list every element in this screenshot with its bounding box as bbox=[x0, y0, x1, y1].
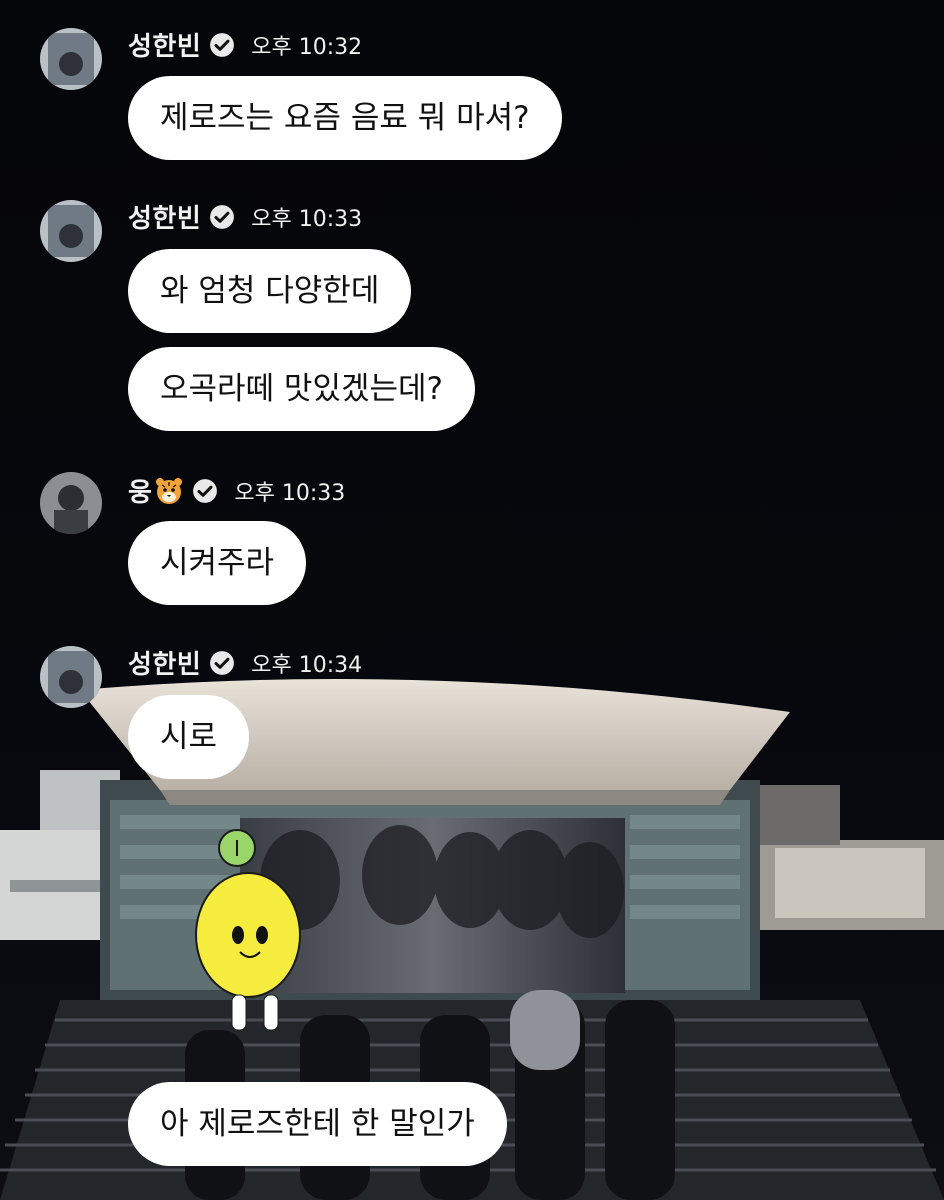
message-bubble[interactable]: 시켜주라 bbox=[128, 521, 307, 605]
avatar[interactable] bbox=[40, 646, 102, 708]
message-header: 성한빈 오후 10:32 bbox=[128, 26, 362, 63]
tiger-face-icon bbox=[156, 477, 183, 504]
avatar[interactable] bbox=[40, 28, 102, 90]
message-bubble[interactable]: 오곡라떼 맛있겠는데? bbox=[128, 347, 475, 431]
message-bubble[interactable]: 와 엄청 다양한데 bbox=[128, 249, 412, 333]
message-header: 성한빈 오후 10:33 bbox=[128, 198, 362, 235]
verified-badge-icon bbox=[193, 478, 218, 503]
avatar[interactable] bbox=[40, 200, 102, 262]
timestamp: 오후 10:32 bbox=[251, 34, 363, 60]
timestamp: 오후 10:34 bbox=[251, 652, 363, 678]
concert-venue-illustration bbox=[0, 0, 944, 1200]
verified-badge-icon bbox=[210, 650, 235, 675]
message-bubble[interactable]: 아 제로즈한테 한 말인가 bbox=[128, 1082, 507, 1166]
message-header: 웅 오후 10:33 bbox=[128, 472, 345, 509]
verified-badge-icon bbox=[210, 204, 235, 229]
timestamp: 오후 10:33 bbox=[234, 480, 346, 506]
verified-badge-icon bbox=[210, 32, 235, 57]
author-name[interactable]: 성한빈 bbox=[128, 26, 201, 63]
background-photo bbox=[0, 0, 944, 1200]
author-name[interactable]: 성한빈 bbox=[128, 644, 201, 681]
message-header: 성한빈 오후 10:34 bbox=[128, 644, 362, 681]
author-name[interactable]: 성한빈 bbox=[128, 198, 201, 235]
message-bubble[interactable]: 제로즈는 요즘 음료 뭐 마셔? bbox=[128, 76, 562, 160]
message-bubble[interactable]: 시로 bbox=[128, 695, 250, 779]
timestamp: 오후 10:33 bbox=[251, 206, 363, 232]
avatar[interactable] bbox=[40, 472, 102, 534]
author-name[interactable]: 웅 bbox=[128, 472, 152, 509]
